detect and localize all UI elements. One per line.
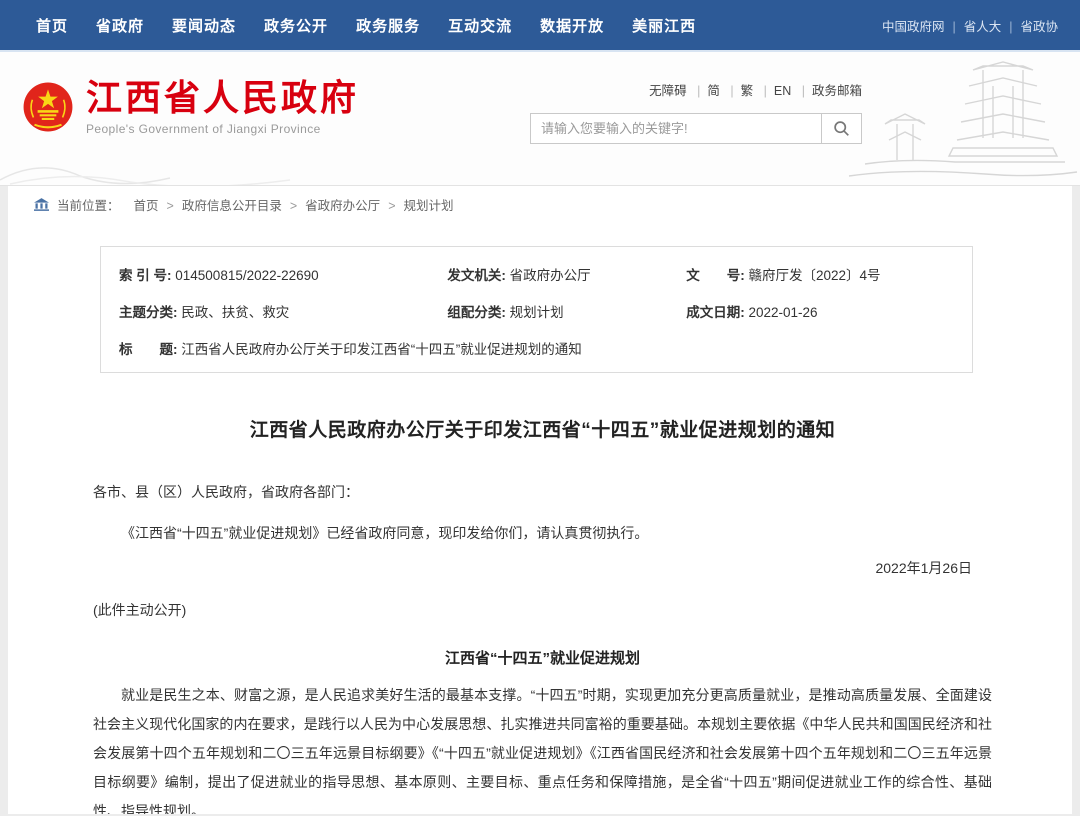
nav-item-gov-affairs-open[interactable]: 政务公开: [264, 15, 328, 36]
breadcrumb-general-office[interactable]: 省政府办公厅: [282, 195, 380, 214]
site-name: 江西省人民政府: [86, 78, 359, 118]
breadcrumb-home[interactable]: 首页: [134, 195, 159, 214]
pavilion-watermark: [845, 52, 1080, 185]
nav-item-provincial-gov[interactable]: 省政府: [96, 15, 144, 36]
nav-item-news[interactable]: 要闻动态: [172, 15, 236, 36]
doc-topic-category: 主题分类: 民政、扶贫、救灾: [119, 301, 447, 321]
top-navigation: 首页 省政府 要闻动态 政务公开 政务服务 互动交流 数据开放 美丽江西 中国政…: [0, 0, 1080, 52]
breadcrumb-label: 当前位置：: [57, 195, 120, 214]
link-provincial-npc[interactable]: 省人大: [944, 16, 1001, 35]
article-date: 2022年1月26日: [93, 554, 992, 583]
article-salutation: 各市、县（区）人民政府，省政府各部门：: [93, 478, 992, 507]
content-area: 当前位置： 首页 政府信息公开目录 省政府办公厅 规划计划 索 引 号: 014…: [8, 186, 1072, 814]
nav-link[interactable]: 政务服务: [356, 18, 420, 35]
nav-link[interactable]: 美丽江西: [632, 18, 696, 35]
doc-date-value: 2022-01-26: [748, 305, 817, 320]
doc-group-category: 组配分类: 规划计划: [447, 301, 686, 321]
site-name-english: People's Government of Jiangxi Province: [86, 122, 359, 136]
doc-agency-value: 省政府办公厅: [510, 268, 591, 283]
site-header: 江西省人民政府 People's Government of Jiangxi P…: [0, 52, 1080, 186]
national-emblem-icon: [22, 81, 74, 133]
breadcrumb: 当前位置： 首页 政府信息公开目录 省政府办公厅 规划计划: [8, 186, 1072, 223]
doc-issuing-agency: 发文机关: 省政府办公厅: [447, 264, 686, 284]
site-logo[interactable]: 江西省人民政府 People's Government of Jiangxi P…: [22, 78, 359, 136]
doc-topic-value: 民政、扶贫、救灾: [181, 305, 289, 320]
search-box: [530, 113, 862, 144]
nav-link[interactable]: 要闻动态: [172, 18, 236, 35]
link-traditional[interactable]: 繁: [723, 84, 753, 98]
search-button[interactable]: [821, 114, 861, 143]
hills-watermark: [0, 140, 300, 185]
doc-title-value: 江西省人民政府办公厅关于印发江西省“十四五”就业促进规划的通知: [181, 342, 582, 357]
page: 首页 省政府 要闻动态 政务公开 政务服务 互动交流 数据开放 美丽江西 中国政…: [0, 0, 1080, 816]
gov-sites-links: 中国政府网 省人大 省政协: [882, 16, 1058, 35]
nav-link[interactable]: 互动交流: [448, 18, 512, 35]
doc-number: 文 号: 赣府厅发〔2022〕4号: [686, 264, 972, 284]
nav-item-open-data[interactable]: 数据开放: [540, 15, 604, 36]
link-simplified[interactable]: 简: [690, 84, 720, 98]
home-building-icon: [34, 198, 49, 211]
doc-group-label: 组配分类:: [447, 305, 506, 320]
doc-agency-label: 发文机关:: [447, 268, 506, 283]
article: 江西省人民政府办公厅关于印发江西省“十四五”就业促进规划的通知 各市、县（区）人…: [8, 415, 1072, 814]
nav-link[interactable]: 数据开放: [540, 18, 604, 35]
search-input[interactable]: [531, 114, 821, 143]
breadcrumb-info-directory[interactable]: 政府信息公开目录: [159, 195, 282, 214]
nav-item-beautiful-jiangxi[interactable]: 美丽江西: [632, 15, 696, 36]
article-title: 江西省人民政府办公厅关于印发江西省“十四五”就业促进规划的通知: [93, 415, 992, 442]
document-info-table: 索 引 号: 014500815/2022-22690 发文机关: 省政府办公厅…: [100, 246, 973, 373]
link-provincial-cppcc[interactable]: 省政协: [1001, 16, 1058, 35]
doc-title-row: 标 题: 江西省人民政府办公厅关于印发江西省“十四五”就业促进规划的通知: [119, 338, 972, 358]
nav-item-interaction[interactable]: 互动交流: [448, 15, 512, 36]
doc-index-value: 014500815/2022-22690: [175, 268, 318, 283]
doc-topic-label: 主题分类:: [119, 305, 178, 320]
doc-group-value: 规划计划: [510, 305, 564, 320]
breadcrumb-planning[interactable]: 规划计划: [380, 195, 453, 214]
utility-links: 无障碍 简 繁 EN 政务邮箱: [530, 80, 862, 99]
nav-item-gov-services[interactable]: 政务服务: [356, 15, 420, 36]
doc-index-label: 索 引 号:: [119, 268, 172, 283]
link-english[interactable]: EN: [757, 84, 792, 98]
plan-subtitle: 江西省“十四五”就业促进规划: [93, 647, 992, 668]
nav-link[interactable]: 省政府: [96, 18, 144, 35]
nav-link[interactable]: 政务公开: [264, 18, 328, 35]
doc-number-value: 赣府厅发〔2022〕4号: [748, 268, 880, 283]
doc-date-label: 成文日期:: [686, 305, 745, 320]
link-china-gov[interactable]: 中国政府网: [882, 16, 945, 35]
doc-date: 成文日期: 2022-01-26: [686, 301, 972, 321]
link-accessibility[interactable]: 无障碍: [649, 84, 687, 98]
nav-item-home[interactable]: 首页: [36, 15, 68, 36]
search-icon: [833, 120, 850, 137]
article-public-note: (此件主动公开): [93, 596, 992, 625]
doc-number-label: 文 号:: [686, 268, 745, 283]
link-gov-mail[interactable]: 政务邮箱: [795, 84, 862, 98]
doc-title-label: 标 题:: [119, 342, 178, 357]
nav-link[interactable]: 首页: [36, 18, 68, 35]
article-paragraph-1: 《江西省“十四五”就业促进规划》已经省政府同意，现印发给你们，请认真贯彻执行。: [93, 519, 992, 548]
plan-body-paragraph: 就业是民生之本、财富之源，是人民追求美好生活的最基本支撑。“十四五”时期，实现更…: [93, 681, 992, 814]
doc-index-number: 索 引 号: 014500815/2022-22690: [119, 264, 447, 284]
